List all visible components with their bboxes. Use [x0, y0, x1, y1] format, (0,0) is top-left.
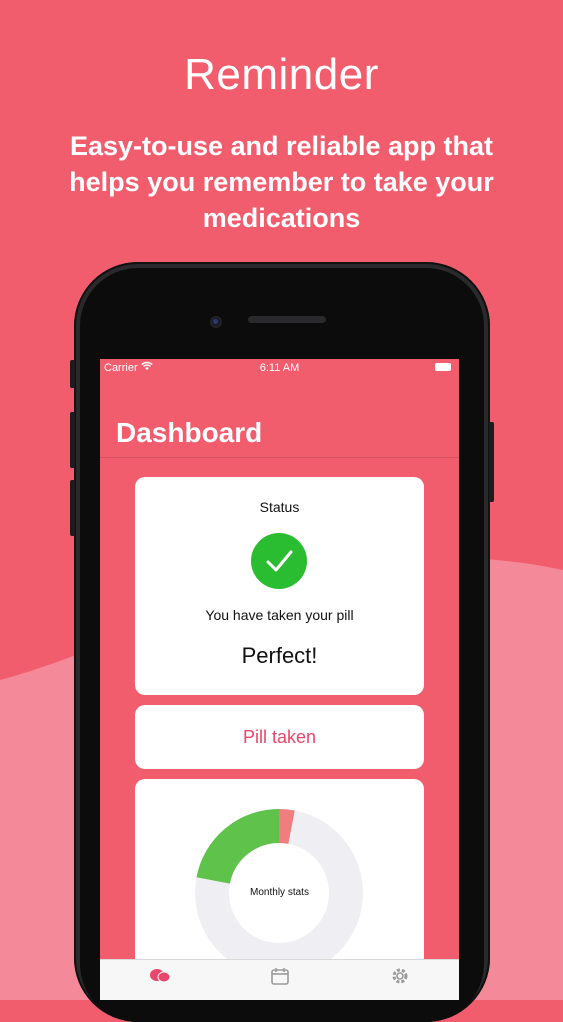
mute-switch: [70, 360, 75, 388]
pill-taken-label: Pill taken: [242, 727, 317, 747]
monthly-stats-label: Monthly stats: [250, 887, 309, 898]
page-title: Dashboard: [116, 417, 263, 448]
status-bar: Carrier 6:11 AM: [100, 359, 459, 377]
tab-calendar[interactable]: [250, 966, 310, 998]
calendar-icon: [271, 968, 289, 985]
gear-icon: [392, 968, 408, 984]
volume-up-button: [70, 412, 75, 468]
status-result: Perfect!: [241, 643, 318, 668]
status-card: Status You have taken your pill Perfect!: [135, 477, 424, 695]
promo-subtitle: Easy-to-use and reliable app that helps …: [69, 131, 494, 233]
tab-bar: [100, 959, 459, 1000]
status-time: 6:11 AM: [259, 362, 300, 374]
earpiece-speaker: [248, 316, 326, 323]
tab-dashboard[interactable]: [130, 966, 190, 998]
status-message: You have taken your pill: [205, 607, 354, 623]
promo-title: Reminder: [184, 50, 379, 99]
battery-icon: [435, 363, 451, 371]
power-button: [489, 422, 494, 502]
front-camera: [210, 316, 222, 328]
tab-settings[interactable]: [370, 966, 430, 998]
status-label: Status: [259, 499, 300, 515]
checkmark-icon: [251, 533, 307, 589]
volume-down-button: [70, 480, 75, 536]
pills-icon: [150, 969, 171, 983]
pill-taken-button[interactable]: Pill taken: [135, 705, 424, 769]
header-divider: [100, 457, 459, 458]
app-screen: Carrier 6:11 AM Dashboard Status You hav…: [100, 359, 459, 1000]
